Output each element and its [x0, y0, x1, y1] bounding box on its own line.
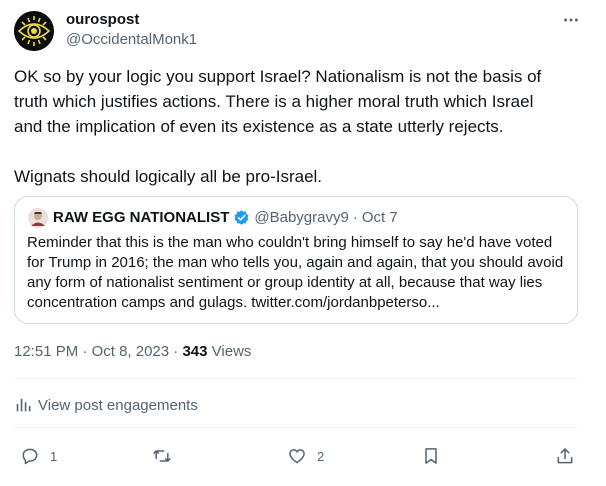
like-icon: [289, 449, 305, 464]
tweet-paragraph: Wignats should logically all be pro-Isra…: [14, 167, 323, 186]
quoted-date[interactable]: Oct 7: [362, 209, 398, 226]
bookmark-icon: [425, 448, 437, 464]
author-avatar[interactable]: [14, 11, 54, 51]
post-time[interactable]: 12:51 PM: [14, 343, 78, 360]
tweet-card: ourospost @OccidentalMonk1 OK so by your…: [0, 0, 606, 486]
action-bar: 1 2: [0, 442, 606, 470]
repost-icon: [153, 450, 171, 462]
quoted-separator: ·: [352, 209, 358, 226]
share-icon: [557, 448, 573, 464]
view-engagements-label: View post engagements: [38, 396, 198, 414]
meta-separator: ·: [173, 343, 179, 360]
quoted-display-name[interactable]: RAW EGG NATIONALIST: [53, 209, 229, 226]
reply-button[interactable]: 1: [20, 442, 57, 470]
bookmark-button[interactable]: [421, 442, 441, 470]
avatar-eye-icon: [14, 11, 54, 51]
more-icon: [564, 18, 578, 22]
quoted-tweet[interactable]: RAW EGG NATIONALIST @Babygravy9 · Oct 7 …: [14, 196, 578, 324]
reply-count: 1: [50, 448, 58, 464]
quoted-header: RAW EGG NATIONALIST @Babygravy9 · Oct 7: [53, 209, 398, 226]
tweet-paragraph: OK so by your logic you support Israel? …: [14, 67, 542, 136]
reply-icon: [22, 448, 38, 465]
post-date[interactable]: Oct 8, 2023: [92, 343, 170, 360]
quoted-author-avatar[interactable]: [28, 208, 48, 228]
divider: [14, 427, 578, 428]
views-count: 343: [182, 343, 208, 360]
like-button[interactable]: 2: [287, 442, 324, 470]
author-handle[interactable]: @OccidentalMonk1: [66, 31, 197, 48]
avatar-icon: [28, 208, 48, 228]
share-button[interactable]: [555, 442, 575, 470]
like-count: 2: [317, 448, 325, 464]
more-options-button[interactable]: [560, 9, 582, 31]
divider: [14, 378, 578, 379]
view-engagements-link[interactable]: View post engagements: [14, 396, 198, 414]
repost-button[interactable]: [152, 442, 182, 470]
quoted-handle[interactable]: @Babygravy9: [254, 209, 348, 226]
meta-separator: ·: [82, 343, 88, 360]
verified-icon: [234, 210, 249, 225]
tweet-meta: 12:51 PM · Oct 8, 2023 · 343 Views: [14, 343, 251, 360]
views-label: Views: [211, 343, 252, 360]
analytics-icon: [16, 398, 31, 412]
tweet-text: OK so by your logic you support Israel? …: [14, 64, 554, 189]
quoted-text: Reminder that this is the man who couldn…: [27, 234, 564, 311]
author-display-name[interactable]: ourospost: [66, 11, 139, 28]
